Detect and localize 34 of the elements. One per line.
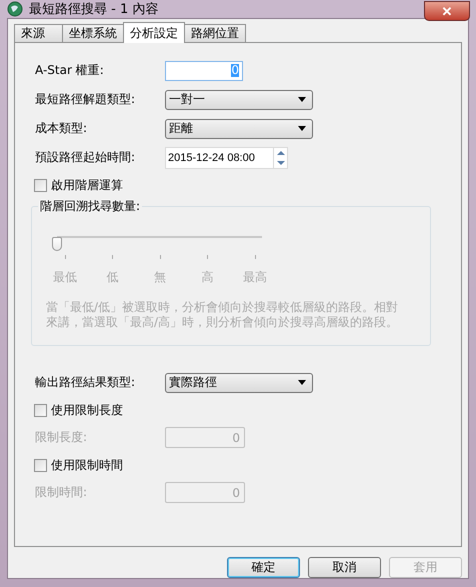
tab[interactable]: 路網位置 xyxy=(184,24,246,42)
dialog-button[interactable]: 確定 xyxy=(227,557,300,578)
tick-label: 最低 xyxy=(53,269,77,286)
tab[interactable]: 分析設定 xyxy=(123,22,185,43)
date-time-field[interactable]: 2015-12-24 08:00 xyxy=(165,146,273,168)
globe-icon xyxy=(7,1,23,17)
caret-icon xyxy=(298,97,306,102)
caret-icon xyxy=(298,126,306,131)
field-label: 預設路徑起始時間: xyxy=(35,149,136,166)
dialog-button[interactable]: 取消 xyxy=(308,557,381,578)
checkbox-label: 使用限制長度 xyxy=(51,402,123,418)
description-text: 當「最低/低」被選取時，分析會傾向於搜尋較低層級的路段。相對來講，當選取「最高/高」時，則分析會傾向於搜尋高層級的路段。 xyxy=(46,300,400,330)
checkbox-label: 使用限制時間 xyxy=(51,456,123,474)
tab[interactable]: 來源 xyxy=(14,24,63,42)
spinner[interactable] xyxy=(273,146,288,168)
dropdown[interactable]: 實際路徑 xyxy=(165,372,313,392)
tab[interactable]: 坐標系統 xyxy=(62,24,124,42)
field-label: 限制長度: xyxy=(35,429,88,446)
field-label: 最短路徑解題類型: xyxy=(35,91,136,108)
tick-label: 無 xyxy=(154,269,166,286)
tick-label: 低 xyxy=(106,269,118,286)
dropdown[interactable]: 距離 xyxy=(165,118,313,138)
group-title: 階層回溯找尋數量: xyxy=(38,198,142,215)
window-title: 最短路徑搜尋 - 1 內容 xyxy=(29,1,158,18)
field-label: 輸出路徑結果類型: xyxy=(35,374,136,391)
field-label: 成本類型: xyxy=(35,120,88,137)
field-label: 限制時間: xyxy=(35,484,88,501)
caret-icon xyxy=(298,380,306,385)
dropdown[interactable]: 一對一 xyxy=(165,90,313,110)
tick-label: 高 xyxy=(202,269,214,286)
checkbox[interactable] xyxy=(34,178,47,192)
tick-label: 最高 xyxy=(243,269,267,286)
field-label: A-Star 權重: xyxy=(35,62,105,79)
checkbox-label: 啟用階層運算 xyxy=(51,176,123,194)
